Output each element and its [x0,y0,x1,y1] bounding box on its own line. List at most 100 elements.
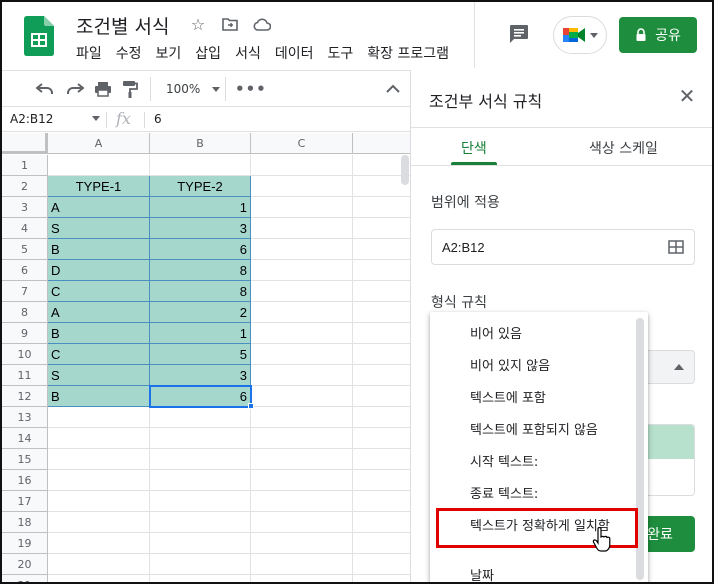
row-header[interactable]: 8 [2,302,48,323]
column-header[interactable]: C [251,133,353,154]
row-header[interactable]: 21 [2,575,48,582]
cell[interactable]: 8 [150,281,251,302]
cell[interactable] [150,533,251,554]
row-header[interactable]: 20 [2,554,48,575]
row-header[interactable]: 15 [2,449,48,470]
cell[interactable] [353,449,410,470]
cell[interactable] [150,575,251,582]
menu-file[interactable]: 파일 [76,43,109,63]
zoom-select[interactable]: 100% [166,79,221,99]
close-icon[interactable]: ✕ [677,86,697,106]
cell[interactable] [251,155,353,176]
cell[interactable] [353,512,410,533]
column-header[interactable]: A [48,133,150,154]
row-header[interactable]: 2 [2,176,48,197]
row-header[interactable]: 13 [2,407,48,428]
cell[interactable]: B [48,323,150,344]
cell[interactable]: S [48,218,150,239]
row-header[interactable]: 19 [2,533,48,554]
redo-icon[interactable] [66,79,84,99]
cell[interactable] [150,470,251,491]
cell[interactable] [251,197,353,218]
cell[interactable] [353,218,410,239]
cell[interactable] [48,512,150,533]
comment-icon[interactable] [507,22,531,46]
cell[interactable]: 6 [150,386,251,407]
row-header[interactable]: 16 [2,470,48,491]
cell[interactable] [251,323,353,344]
cell[interactable] [251,533,353,554]
cell[interactable]: 8 [150,260,251,281]
cell[interactable] [251,365,353,386]
row-header[interactable]: 10 [2,344,48,365]
cell[interactable] [150,155,251,176]
column-header[interactable]: B [150,133,251,154]
chevron-down-icon[interactable] [92,116,100,121]
select-all-corner[interactable] [2,133,48,154]
undo-icon[interactable] [36,79,54,99]
fill-handle[interactable] [248,403,254,409]
cell[interactable] [48,533,150,554]
menu-tools[interactable]: 도구 [327,43,360,63]
paint-format-icon[interactable] [122,79,138,99]
select-range-icon[interactable] [668,240,684,254]
cell[interactable] [251,176,353,197]
row-header[interactable]: 17 [2,491,48,512]
cell[interactable]: C [48,281,150,302]
dropdown-option[interactable]: 텍스트에 포함 [430,380,640,412]
cell[interactable]: TYPE-1 [48,176,150,197]
cell[interactable] [251,239,353,260]
cell[interactable] [353,239,410,260]
cell[interactable]: C [48,344,150,365]
print-icon[interactable] [94,79,112,99]
document-title[interactable]: 조건별 서식 [76,12,169,39]
row-header[interactable]: 4 [2,218,48,239]
dropdown-option[interactable]: 날짜 [430,558,640,583]
range-input[interactable]: A2:B12 [431,229,695,265]
more-options-icon[interactable]: ••• [235,79,267,99]
cell[interactable]: TYPE-2 [150,176,251,197]
cell[interactable] [353,281,410,302]
row-header[interactable]: 5 [2,239,48,260]
cell[interactable] [251,260,353,281]
menu-view[interactable]: 보기 [156,43,189,63]
meet-button[interactable] [553,16,607,54]
vertical-scrollbar[interactable] [401,155,409,185]
dropdown-option[interactable]: 비어 있지 않음 [430,348,640,380]
cell[interactable] [150,449,251,470]
tab-color-scale[interactable]: 색상 스케일 [589,138,658,158]
share-button[interactable]: 공유 [619,17,697,53]
move-folder-icon[interactable] [220,14,240,34]
dropdown-option[interactable]: 텍스트에 포함되지 않음 [430,412,640,444]
cell[interactable] [48,491,150,512]
sheets-logo-icon[interactable] [24,16,54,56]
cell[interactable] [251,428,353,449]
cell[interactable] [150,554,251,575]
row-header[interactable]: 1 [2,155,48,176]
tab-single-color[interactable]: 단색 [461,138,487,158]
cell[interactable]: 6 [150,239,251,260]
formula-input[interactable]: 6 [154,112,162,126]
cell[interactable] [251,407,353,428]
cell[interactable] [150,407,251,428]
collapse-menus-icon[interactable] [386,79,400,99]
cell[interactable] [353,491,410,512]
row-header[interactable]: 18 [2,512,48,533]
cell[interactable] [353,386,410,407]
spreadsheet-grid[interactable]: A B C 1 2 TYPE-1 TYPE-2 3 A 1 4 S 3 5 B 6 6 D 8 7 C 8 8 A 2 9 B 1 10… [2,133,410,582]
cell[interactable] [353,344,410,365]
row-header[interactable]: 9 [2,323,48,344]
cell[interactable] [251,449,353,470]
dropdown-option[interactable]: 종료 텍스트: [430,476,640,508]
row-header[interactable]: 3 [2,197,48,218]
cell[interactable] [353,428,410,449]
cell[interactable] [353,260,410,281]
dropdown-option[interactable]: 비어 있음 [430,316,640,348]
cell[interactable]: B [48,239,150,260]
cell[interactable]: B [48,386,150,407]
menu-extensions[interactable]: 확장 프로그램 [367,43,456,63]
cell[interactable] [251,491,353,512]
cell[interactable] [48,428,150,449]
cell[interactable]: 1 [150,323,251,344]
menu-data[interactable]: 데이터 [275,43,321,63]
